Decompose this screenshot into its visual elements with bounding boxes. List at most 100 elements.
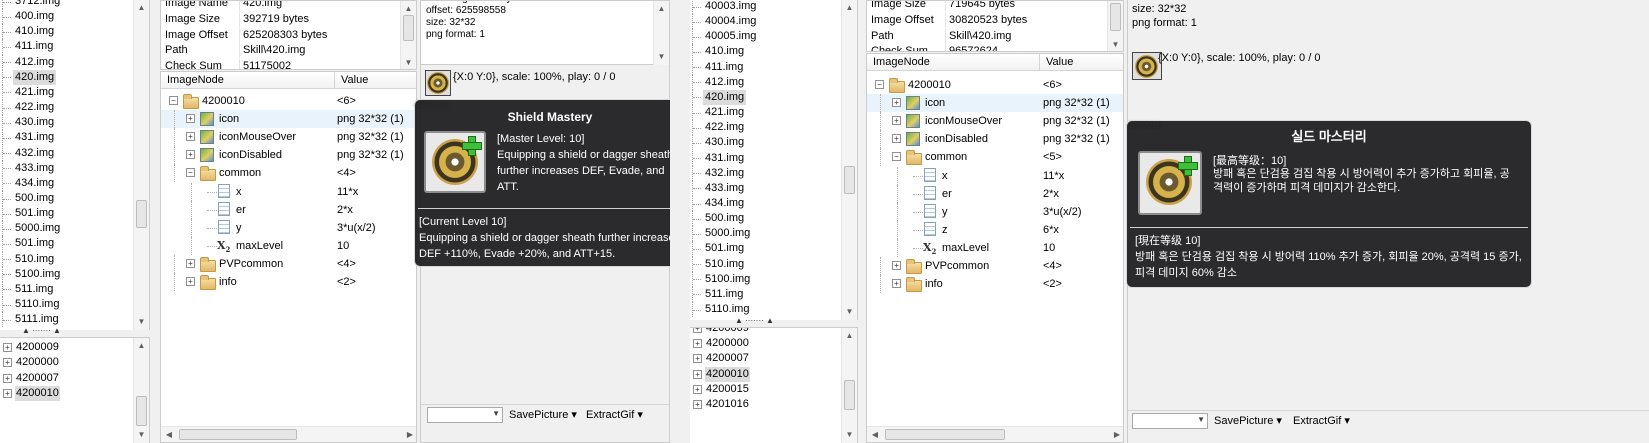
left-file-list-scrollbar[interactable]: ▲ ▼ [133,0,149,330]
left-save-picture-button[interactable]: SavePicture ▾ [509,408,577,421]
scroll-up-icon[interactable]: ▲ [134,0,149,16]
expand-icon[interactable]: + [693,384,702,394]
tree-node[interactable]: − common <4> [161,164,416,183]
file-list-item[interactable]: 510.img [2,251,149,267]
collapse-icon[interactable]: − [892,152,901,162]
expand-icon[interactable]: + [892,134,901,144]
tree-node[interactable]: − 4200010 <6> [161,92,416,110]
file-list-item[interactable]: 410.img [692,44,857,60]
tree-node[interactable]: X2 maxLevel 10 [867,238,1123,257]
tree-node[interactable]: X2 maxLevel 10 [161,236,416,255]
file-list-item[interactable]: 420.img [2,69,149,85]
file-list-item[interactable]: 5100.img [2,266,149,282]
tree-node[interactable]: + iconMouseOver png 32*32 (1) [161,128,416,147]
file-list-item[interactable]: 501.img [2,236,149,252]
file-list-item[interactable]: 410.img [2,24,149,40]
file-list-item[interactable]: 422.img [692,120,857,136]
tree-node[interactable]: + info <2> [867,275,1123,294]
tree-node[interactable]: − 4200010 <6> [867,76,1123,94]
file-list-item[interactable]: 431.img [692,150,857,166]
tree-node[interactable]: x 11*x [867,166,1123,185]
expand-icon[interactable]: + [693,354,702,364]
file-list-item[interactable]: 432.img [2,145,149,161]
file-list-item[interactable]: 412.img [692,74,857,90]
tree-node[interactable]: er 2*x [161,200,416,219]
file-list-item[interactable]: 434.img [2,175,149,191]
file-list-item[interactable]: 40004.img [692,14,857,30]
left-extract-gif-button[interactable]: ExtractGif ▾ [586,408,643,421]
collapse-icon[interactable]: − [875,80,884,89]
expand-icon[interactable]: + [186,150,195,160]
file-list-item[interactable]: 511.img [2,281,149,297]
left-info-scrollbar[interactable]: ▲ ▼ [653,1,669,65]
tree-node[interactable]: y 3*u(x/2) [867,202,1123,221]
left-id-list[interactable]: +4201011+4200009+4200000+4200007+4200010… [0,338,150,443]
left-tree-panel[interactable]: ImageNode Value − 4200010 <6> + icon png 32*3… [160,71,417,443]
right-id-list-scrollbar[interactable]: ▲ ▼ [841,328,857,443]
file-list-item[interactable]: 411.img [692,59,857,75]
file-list-item[interactable]: 40005.img [692,29,857,45]
file-list-item[interactable]: 510.img [692,256,857,272]
right-save-picture-button[interactable]: SavePicture ▾ [1214,414,1282,427]
expand-icon[interactable]: + [892,279,901,289]
tree-node[interactable]: + iconMouseOver png 32*32 (1) [867,112,1123,131]
expand-icon[interactable]: + [892,116,901,126]
right-properties-scrollbar[interactable]: ▼ [1107,1,1123,51]
tree-node[interactable]: x 11*x [161,182,416,201]
right-frame-combo[interactable]: ▼ [1132,413,1208,429]
file-list-item[interactable]: 5111.img [2,312,149,328]
left-tree-hscrollbar[interactable]: ◀ ▶ [161,426,416,442]
right-tree-panel[interactable]: ImageNode Value − 4200010 <6> + icon png 32*3… [866,53,1124,443]
collapse-icon[interactable]: − [169,96,178,105]
id-list-item[interactable]: +4200009 [690,328,857,336]
file-list-item[interactable]: 501.img [2,206,149,222]
expand-icon[interactable]: + [3,373,12,383]
expand-icon[interactable]: + [186,132,195,142]
tree-node[interactable]: + PVPcommon <4> [867,257,1123,276]
expand-icon[interactable]: + [186,258,195,268]
left-id-list-scrollbar[interactable]: ▲ ▼ [133,338,149,443]
tree-node[interactable]: z 6*x [867,220,1123,239]
tree-node[interactable]: − common <5> [867,148,1123,167]
file-list-item[interactable]: 40003.img [692,0,857,15]
scroll-down-icon[interactable]: ▼ [134,314,149,330]
file-list-item[interactable]: 501.img [692,241,857,257]
id-list-item[interactable]: +4200007 [690,351,857,366]
right-file-list[interactable]: 40003.img 40004.img 40005.img 410.img 411.im… [690,0,858,320]
id-list-item[interactable]: +4201016 [690,397,857,412]
file-list-item[interactable]: 511.img [692,286,857,302]
tree-header-value[interactable]: Value [1040,54,1123,71]
expand-icon[interactable]: + [693,400,702,409]
collapse-icon[interactable]: − [186,168,195,178]
id-list-item[interactable]: +4200010 [0,385,149,401]
id-list-item[interactable]: +4200000 [0,355,149,370]
file-list-item[interactable]: 430.img [2,115,149,131]
file-list-item[interactable]: 3712.img [2,0,149,10]
file-list-item[interactable]: 5000.img [692,226,857,242]
expand-icon[interactable]: + [3,358,12,368]
file-list-item[interactable]: 500.img [2,190,149,207]
expand-icon[interactable]: + [186,114,195,124]
file-list-item[interactable]: 422.img [2,100,149,116]
right-splitter[interactable]: ▲ ······· ▲ [690,316,858,328]
tree-header-value[interactable]: Value [335,72,416,89]
left-file-list[interactable]: 3712.img 400.img 410.img 411.img 412.img 420.… [0,0,150,330]
file-list-item[interactable]: 433.img [2,160,149,176]
tree-node[interactable]: + iconDisabled png 32*32 (1) [867,130,1123,149]
tree-header-name[interactable]: ImageNode [867,54,1039,71]
id-list-item[interactable]: +4200009 [0,340,149,355]
expand-icon[interactable]: + [3,388,12,398]
file-list-item[interactable]: 421.img [2,84,149,101]
right-extract-gif-button[interactable]: ExtractGif ▾ [1293,414,1350,427]
file-list-item[interactable]: 5110.img [2,297,149,313]
file-list-item[interactable]: 400.img [2,9,149,25]
file-list-item[interactable]: 430.img [692,135,857,151]
id-list-item[interactable]: +4200010 [690,366,857,382]
file-list-item[interactable]: 412.img [2,54,149,70]
file-list-item[interactable]: 500.img [692,211,857,227]
file-list-item[interactable]: 433.img [692,180,857,196]
id-list-item[interactable]: +4200015 [690,382,857,397]
file-list-item[interactable]: 434.img [692,195,857,212]
file-list-item[interactable]: 421.img [692,105,857,121]
right-file-list-scrollbar[interactable]: ▲ ▼ [841,0,857,320]
